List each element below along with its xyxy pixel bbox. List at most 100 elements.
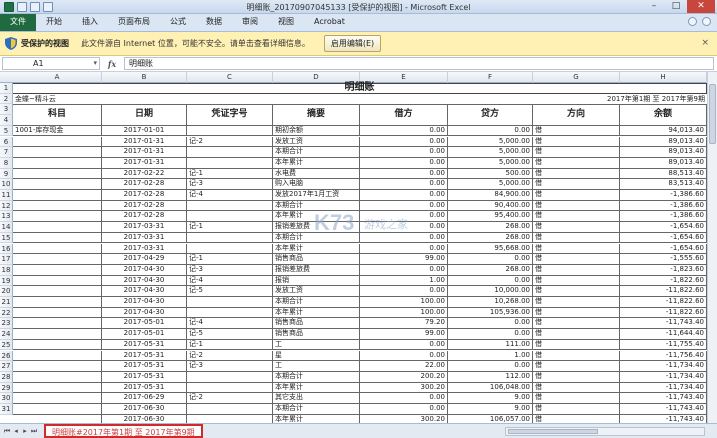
spreadsheet-grid[interactable]: ABCDEFGH 1 2 3 4 5 6 7 8 9 10 11 12 13 14 15 16 17 18 19 20… (0, 72, 717, 423)
table-cell-col-e[interactable]: 0.00 (360, 190, 448, 201)
tab-acrobat[interactable]: Acrobat (304, 14, 355, 31)
table-cell-col-g[interactable]: 借 (533, 307, 620, 319)
help-icon[interactable] (688, 17, 697, 26)
period-range[interactable]: 2017年第1期 至 2017年第9期 (448, 94, 707, 105)
table-cell-col-b[interactable]: 2017-03-31 (102, 222, 187, 233)
table-cell-col-e[interactable]: 0.00 (360, 157, 448, 169)
table-cell-col-f[interactable]: 10,268.00 (448, 297, 533, 308)
table-cell-col-c[interactable] (187, 297, 273, 308)
table-cell-col-e[interactable]: 100.00 (360, 307, 448, 319)
table-cell-col-d[interactable]: 本年累计 (273, 157, 360, 169)
table-cell-col-g[interactable]: 借 (533, 168, 620, 180)
table-cell-col-c[interactable]: 记-1 (187, 222, 273, 233)
table-cell-col-f[interactable]: 10,000.00 (448, 286, 533, 297)
table-cell-col-c[interactable]: 记-5 (187, 286, 273, 297)
table-cell-col-f[interactable]: 95,400.00 (448, 211, 533, 223)
row-header[interactable]: 22 (0, 307, 13, 319)
table-cell-col-b[interactable]: 2017-02-28 (102, 190, 187, 201)
table-cell-col-d[interactable]: 本期合计 (273, 404, 360, 415)
table-cell-col-h[interactable]: -1,386.60 (620, 200, 707, 212)
table-cell-col-b[interactable]: 2017-01-01 (102, 125, 187, 137)
scrollbar-thumb[interactable] (508, 429, 598, 434)
table-cell-col-d[interactable]: 购入电脑 (273, 179, 360, 190)
column-header-a[interactable]: A (13, 72, 102, 83)
row-header[interactable]: 21 (0, 297, 13, 308)
table-cell-col-g[interactable]: 借 (533, 157, 620, 169)
table-cell-col-g[interactable]: 借 (533, 243, 620, 255)
table-cell-col-d[interactable]: 本期合计 (273, 200, 360, 212)
table-cell-col-a[interactable] (13, 157, 102, 169)
table-cell-col-b[interactable]: 2017-05-31 (102, 361, 187, 372)
table-cell-col-g[interactable]: 借 (533, 286, 620, 297)
table-cell-col-g[interactable]: 借 (533, 329, 620, 340)
table-header-cell[interactable]: 方向 (533, 104, 620, 126)
row-header[interactable]: 2 (0, 93, 13, 105)
table-cell-col-h[interactable]: -1,654.60 (620, 232, 707, 244)
table-cell-col-c[interactable]: 记-3 (187, 179, 273, 190)
table-cell-col-a[interactable] (13, 350, 102, 362)
table-cell-col-a[interactable] (13, 232, 102, 244)
table-header-cell[interactable]: 贷方 (448, 104, 533, 126)
table-header-cell[interactable]: 凭证字号 (187, 104, 273, 126)
table-cell-col-d[interactable]: 本期合计 (273, 232, 360, 244)
table-cell-col-h[interactable]: -1,386.60 (620, 190, 707, 201)
table-cell-col-g[interactable]: 借 (533, 361, 620, 372)
table-cell-col-c[interactable]: 记-2 (187, 393, 273, 404)
row-header[interactable]: 28 (0, 371, 13, 383)
table-cell-col-h[interactable]: -1,822.60 (620, 275, 707, 287)
sheet-title[interactable]: 明细账 (13, 83, 707, 94)
table-cell-col-a[interactable] (13, 414, 102, 423)
row-header[interactable]: 11 (0, 190, 13, 201)
row-header[interactable]: 5 (0, 125, 13, 137)
table-cell-col-e[interactable]: 99.00 (360, 329, 448, 340)
close-icon[interactable]: × (701, 38, 709, 48)
table-cell-col-c[interactable] (187, 371, 273, 383)
table-cell-col-d[interactable]: 其它支出 (273, 393, 360, 404)
table-cell-col-a[interactable] (13, 393, 102, 404)
table-cell-col-f[interactable]: 268.00 (448, 222, 533, 233)
row-header[interactable]: 3 (0, 104, 13, 116)
row-header[interactable]: 8 (0, 157, 13, 169)
table-cell-col-a[interactable] (13, 275, 102, 287)
table-cell-col-d[interactable]: 发放2017年1月工资 (273, 190, 360, 201)
table-cell-col-g[interactable]: 借 (533, 371, 620, 383)
table-cell-col-a[interactable] (13, 190, 102, 201)
table-cell-col-f[interactable]: 0.00 (448, 361, 533, 372)
table-header-cell[interactable]: 科目 (13, 104, 102, 126)
row-header[interactable]: 7 (0, 147, 13, 158)
table-cell-col-a[interactable] (13, 307, 102, 319)
column-header-b[interactable]: B (102, 72, 187, 83)
table-cell-col-c[interactable] (187, 382, 273, 394)
table-cell-col-c[interactable] (187, 157, 273, 169)
tab-file[interactable]: 文件 (0, 14, 36, 31)
row-header[interactable]: 17 (0, 254, 13, 265)
table-cell-col-f[interactable]: 111.00 (448, 339, 533, 351)
column-header-c[interactable]: C (187, 72, 273, 83)
table-cell-col-g[interactable]: 借 (533, 275, 620, 287)
table-cell-col-e[interactable]: 0.00 (360, 125, 448, 137)
sheet-tab[interactable]: 明细账#2017年第1期 至 2017年第9期 (44, 424, 203, 438)
table-cell-col-h[interactable]: -1,654.60 (620, 243, 707, 255)
table-cell-col-e[interactable]: 0.00 (360, 179, 448, 190)
table-cell-col-h[interactable]: -11,743.40 (620, 318, 707, 330)
table-cell-col-b[interactable]: 2017-06-30 (102, 404, 187, 415)
table-cell-col-f[interactable]: 90,400.00 (448, 200, 533, 212)
table-cell-col-b[interactable]: 2017-05-31 (102, 371, 187, 383)
table-cell-col-a[interactable] (13, 147, 102, 158)
table-cell-col-f[interactable]: 268.00 (448, 264, 533, 276)
table-cell-col-a[interactable] (13, 254, 102, 265)
table-cell-col-e[interactable]: 0.00 (360, 286, 448, 297)
row-header[interactable]: 23 (0, 318, 13, 330)
table-cell-col-e[interactable]: 99.00 (360, 254, 448, 265)
table-cell-col-g[interactable]: 借 (533, 264, 620, 276)
tab-data[interactable]: 数据 (196, 14, 232, 31)
table-cell-col-e[interactable]: 0.00 (360, 404, 448, 415)
row-header[interactable]: 12 (0, 200, 13, 212)
table-cell-col-g[interactable]: 借 (533, 318, 620, 330)
table-cell-col-a[interactable] (13, 329, 102, 340)
close-window-button[interactable]: ✕ (687, 0, 715, 13)
table-cell-col-d[interactable]: 本年累计 (273, 211, 360, 223)
table-cell-col-h[interactable]: -1,555.60 (620, 254, 707, 265)
table-cell-col-g[interactable]: 借 (533, 125, 620, 137)
table-cell-col-f[interactable]: 1.00 (448, 350, 533, 362)
